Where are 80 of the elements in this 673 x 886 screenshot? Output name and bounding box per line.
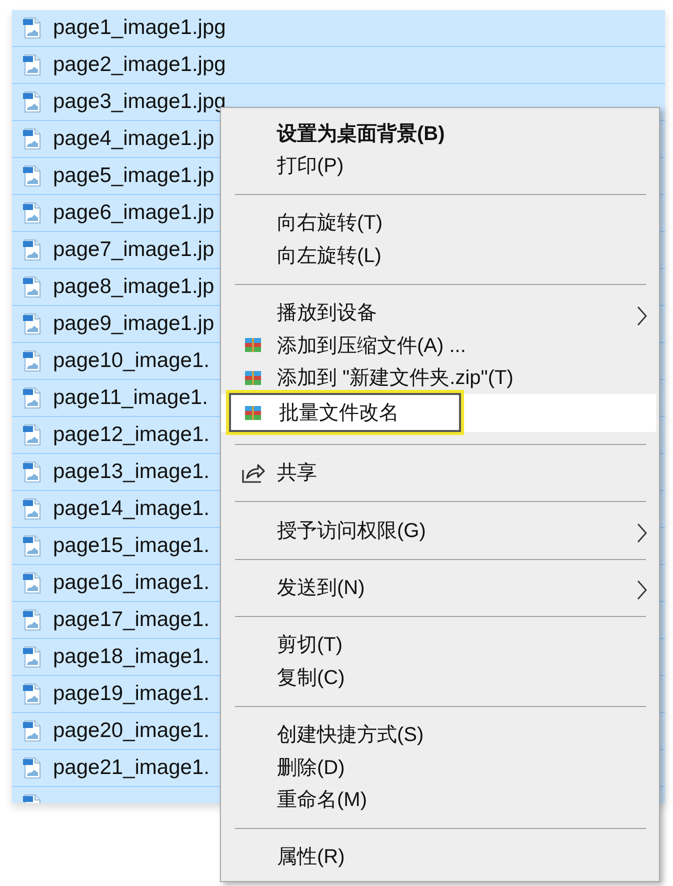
menu-label: 属性(R) (277, 845, 345, 870)
image-file-icon (22, 609, 42, 631)
file-name: page9_image1.jp (53, 312, 214, 336)
menu-item[interactable]: 共享 (221, 456, 659, 490)
archive-icon (245, 370, 261, 385)
file-name: page10_image1. (53, 349, 210, 373)
image-file-icon (22, 91, 42, 113)
file-name: page3_image1.jpg (53, 90, 226, 114)
image-file-icon (22, 720, 42, 742)
menu-label: 发送到(N) (277, 576, 365, 602)
menu-item[interactable]: 添加到压缩文件(A) ... (221, 328, 659, 362)
image-file-icon (22, 128, 42, 150)
menu-label: 添加到压缩文件(A) ... (277, 334, 466, 359)
menu-item[interactable]: 打印(P) (221, 149, 659, 182)
menu-item[interactable]: 发送到(N) (221, 571, 659, 604)
image-file-icon (22, 17, 42, 39)
share-icon (241, 462, 265, 484)
menu-item[interactable]: 删除(D) (221, 750, 659, 784)
menu-label: 向左旋转(L) (277, 244, 382, 269)
file-name: page21_image1. (53, 756, 210, 780)
image-file-icon (22, 461, 42, 483)
file-name: page13_image1. (53, 460, 210, 484)
menu-label: 授予访问权限(G) (277, 518, 426, 544)
file-name: page16_image1. (53, 571, 210, 595)
image-file-icon (22, 276, 42, 298)
file-name: page19_image1. (53, 682, 210, 706)
file-name: page12_image1. (53, 423, 210, 447)
menu-label: 创建快捷方式(S) (277, 723, 424, 748)
file-name: page1_image1.jpg (53, 16, 226, 40)
file-name: page18_image1. (53, 645, 210, 669)
image-file-icon (22, 54, 42, 76)
menu-item[interactable]: 剪切(T) (221, 628, 659, 662)
image-file-icon (22, 313, 42, 335)
menu-item[interactable]: 播放到设备 (221, 296, 659, 329)
menu-label: 设置为桌面背景(B) (277, 122, 445, 147)
menu-label: 删除(D) (277, 756, 345, 781)
file-name: page11_image1. (53, 386, 208, 410)
archive-icon (245, 338, 261, 352)
file-name: page4_image1.jp (53, 127, 214, 151)
image-file-icon (22, 498, 42, 520)
menu-item[interactable]: 创建快捷方式(S) (221, 718, 659, 751)
menu-label: 播放到设备 (277, 301, 377, 326)
menu-label: 剪切(T) (277, 633, 343, 658)
menu-item[interactable]: 向右旋转(T) (221, 206, 659, 240)
file-name: page14_image1. (53, 497, 210, 521)
file-name: page6_image1.jp (53, 201, 214, 225)
menu-item[interactable]: 向左旋转(L) (221, 239, 659, 272)
file-name: page2_image1.jpg (53, 53, 226, 77)
menu-label: 共享 (277, 461, 317, 486)
image-file-icon (22, 350, 42, 372)
menu-label: 复制(C) (277, 666, 345, 691)
menu-label: 批量文件改名 (279, 401, 399, 426)
image-file-icon (22, 202, 42, 224)
image-file-icon (22, 572, 42, 594)
menu-label: 打印(P) (277, 154, 344, 180)
menu-item[interactable]: 复制(C) (221, 661, 659, 694)
menu-item[interactable]: 重命名(M) (221, 783, 659, 816)
image-file-icon (22, 757, 42, 779)
file-name: page15_image1. (53, 534, 210, 558)
menu-item[interactable]: 授予访问权限(G) (221, 514, 659, 547)
image-file-icon (22, 424, 42, 446)
file-row[interactable]: page2_image1.jpg (12, 47, 665, 84)
image-file-icon (22, 239, 42, 261)
image-file-icon (22, 683, 42, 705)
menu-item[interactable]: 属性(R) (221, 840, 659, 874)
file-name: page8_image1.jp (53, 275, 214, 299)
archive-icon (245, 406, 261, 420)
image-file-icon (22, 535, 42, 557)
file-name: page17_image1. (53, 608, 210, 632)
menu-item[interactable]: 添加到 "新建文件夹.zip"(T) (221, 361, 659, 394)
file-name: page20_image1. (53, 719, 210, 743)
image-file-icon (22, 646, 42, 668)
image-file-icon (22, 387, 42, 409)
file-name: page7_image1.jp (53, 238, 214, 262)
image-file-icon (22, 165, 42, 187)
menu-label: 重命名(M) (277, 788, 367, 814)
file-name: page5_image1.jp (53, 164, 214, 188)
menu-label: 向右旋转(T) (277, 211, 383, 236)
file-row[interactable]: page1_image1.jpg (12, 10, 665, 47)
menu-label: 添加到 "新建文件夹.zip"(T) (277, 366, 514, 392)
